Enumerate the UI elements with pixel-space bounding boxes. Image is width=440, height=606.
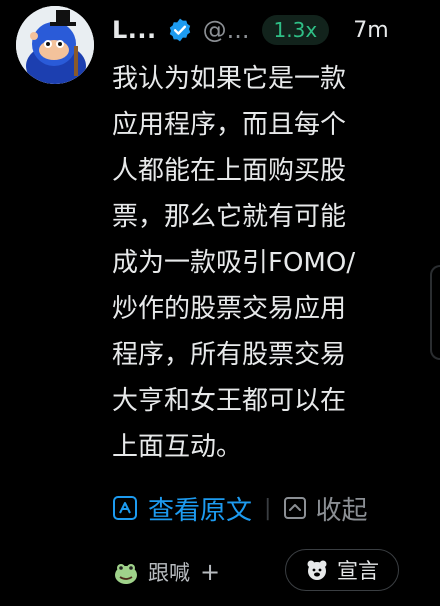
adjacent-element-edge xyxy=(430,265,440,360)
post-actions: 查看原文 | 收起 xyxy=(112,488,367,528)
speed-badge[interactable]: 1.3x xyxy=(261,15,330,45)
avatar[interactable] xyxy=(16,6,94,84)
verified-badge-icon xyxy=(169,18,190,42)
translate-icon xyxy=(113,496,137,520)
frog-avatar-icon xyxy=(115,564,137,584)
bottom-row: 跟喊 + xyxy=(112,552,220,592)
collapse-icon xyxy=(284,497,307,519)
declare-button[interactable]: 宣言 xyxy=(285,549,399,591)
bear-icon xyxy=(307,560,327,580)
collapse-label: 收起 xyxy=(315,495,368,526)
view-original-label: 查看原文 xyxy=(148,495,253,526)
author-handle[interactable]: @... xyxy=(203,16,250,44)
declare-label: 宣言 xyxy=(337,559,379,583)
plus-icon: + xyxy=(200,558,221,586)
follow-shout-button[interactable]: 跟喊 + xyxy=(112,557,220,587)
follow-shout-label: 跟喊 xyxy=(148,561,190,585)
author-name[interactable]: L... xyxy=(112,16,157,44)
action-separator: | xyxy=(264,495,272,521)
view-original-button[interactable]: 查看原文 xyxy=(112,490,252,527)
collapse-button[interactable]: 收起 xyxy=(283,490,367,527)
post-text: 我认为如果它是一款 应用程序，而且每个 人都能在上面购买股 票，那么它就有可能 … xyxy=(112,64,356,462)
avatar-image xyxy=(16,6,94,84)
post-header: L... @... 1.3x 7m xyxy=(112,10,440,50)
post-timestamp[interactable]: 7m xyxy=(353,18,388,43)
